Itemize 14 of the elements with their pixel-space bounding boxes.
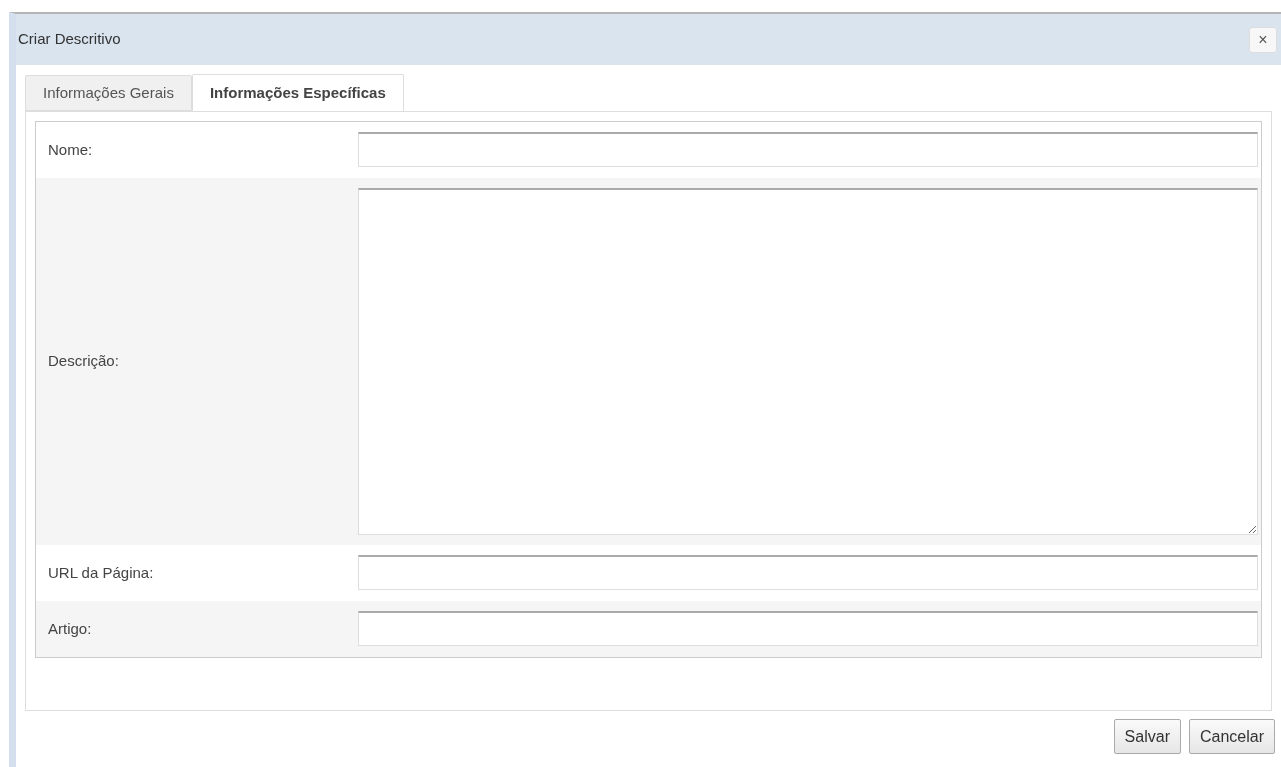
description-field[interactable] [358, 188, 1258, 535]
field-label: Nome: [48, 139, 93, 160]
field-label: Artigo: [48, 618, 92, 639]
tab[interactable]: Informações Específicas [191, 74, 404, 112]
input-field[interactable] [358, 132, 1258, 167]
dialog-button[interactable]: Cancelar [1188, 719, 1275, 754]
dialog-title: Criar Descritivo [18, 29, 121, 50]
tab[interactable]: Informações Gerais [25, 75, 192, 111]
field-label: Descrição: [48, 351, 119, 372]
input-field[interactable] [358, 555, 1258, 590]
input-field[interactable] [358, 611, 1258, 646]
dialog-button[interactable]: Salvar [1113, 719, 1181, 754]
field-label: URL da Página: [48, 562, 154, 583]
close-button[interactable]: × [1249, 26, 1277, 53]
